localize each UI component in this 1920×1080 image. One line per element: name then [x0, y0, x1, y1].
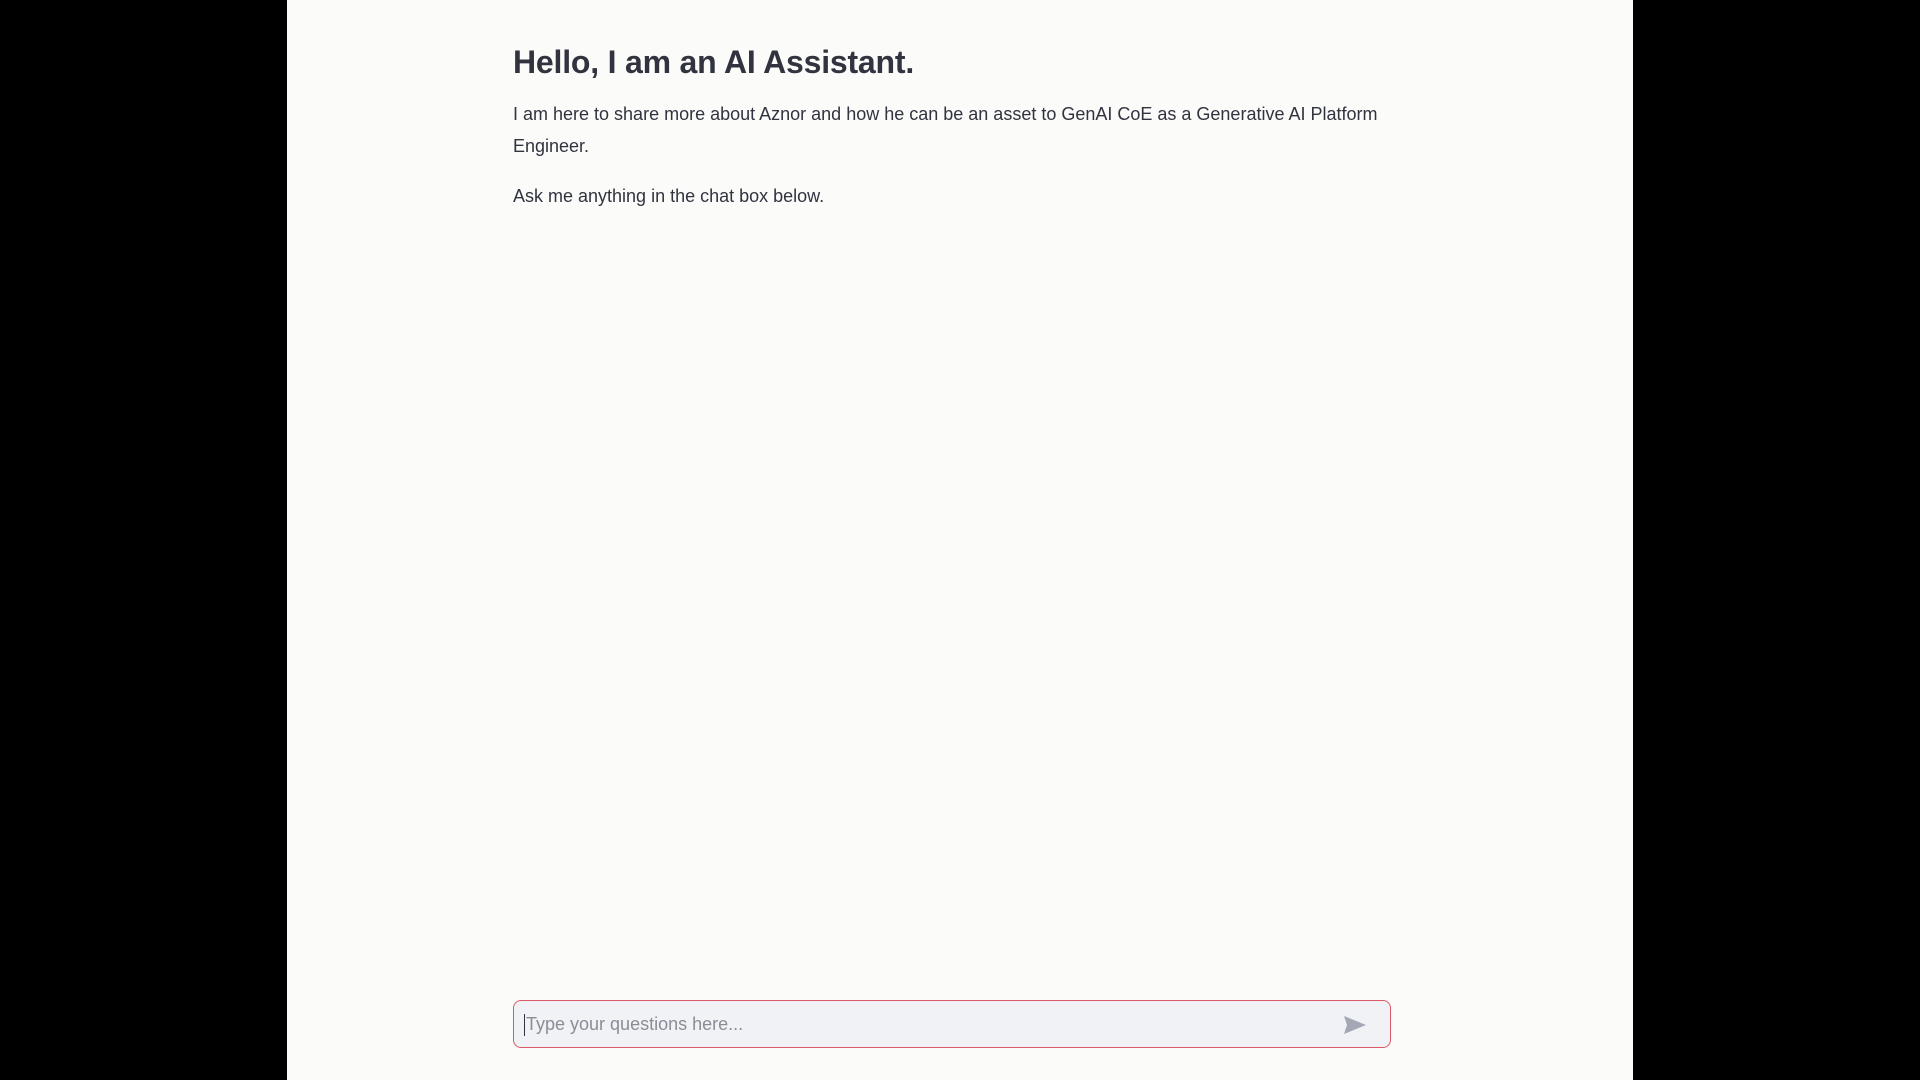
letterbox-right — [1633, 0, 1920, 1080]
letterbox-left — [0, 0, 287, 1080]
chat-input-container — [513, 1000, 1391, 1048]
page-title: Hello, I am an AI Assistant. — [513, 44, 915, 80]
send-button[interactable] — [1338, 1010, 1372, 1040]
main-content: Hello, I am an AI Assistant. I am here t… — [513, 40, 1393, 212]
text-caret — [524, 1014, 525, 1036]
intro-paragraph: I am here to share more about Aznor and … — [513, 104, 1378, 156]
app-window: Hello, I am an AI Assistant. I am here t… — [287, 0, 1633, 1080]
instruction-paragraph: Ask me anything in the chat box below. — [513, 186, 825, 206]
send-icon — [1344, 1016, 1366, 1034]
chat-input[interactable] — [524, 1001, 1328, 1048]
